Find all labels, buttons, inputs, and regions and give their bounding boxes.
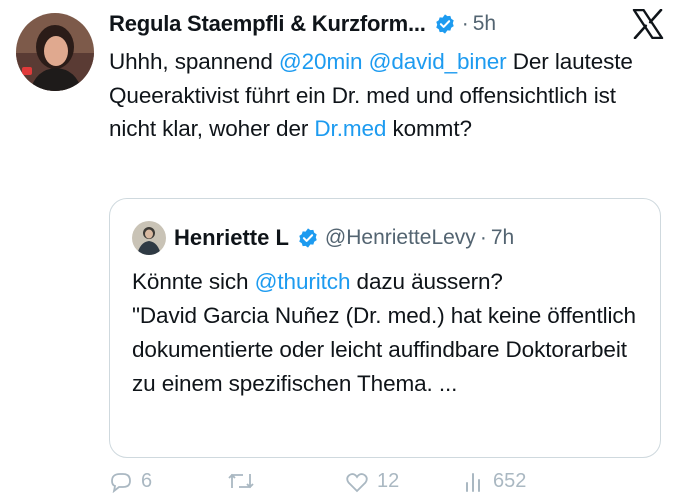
quote-text: Könnte sich @thuritch dazu äussern? "Davi… [132, 265, 647, 401]
action-bar: 6 12 652 [109, 470, 669, 494]
text-segment: Könnte sich [132, 269, 255, 294]
quote-header: Henriette L @HenrietteLevy · 7h [132, 221, 514, 255]
mention-link[interactable]: @20min [279, 49, 363, 74]
like-count: 12 [377, 470, 400, 492]
verified-badge-icon [434, 13, 456, 35]
tweet-text: Uhhh, spannend @20min @david_biner Der l… [109, 45, 669, 146]
author-name[interactable]: Regula Staempfli & Kurzform... [109, 11, 426, 37]
separator-dot: · [461, 12, 469, 35]
quote-time[interactable]: 7h [491, 226, 514, 250]
quoted-tweet[interactable]: Henriette L @HenrietteLevy · 7h Könnte s… [109, 198, 661, 458]
reply-icon [111, 472, 131, 493]
x-logo-icon [632, 8, 664, 40]
tweet-header: Regula Staempfli & Kurzform... · 5h [109, 8, 496, 40]
reply-count: 6 [141, 470, 153, 492]
quote-author-avatar[interactable] [132, 221, 166, 255]
reply-button[interactable]: 6 [109, 470, 152, 493]
author-avatar[interactable] [16, 13, 94, 91]
mention-link[interactable]: Dr.med [314, 116, 386, 141]
person-photo-icon [16, 13, 94, 91]
mention-link[interactable]: @david_biner [369, 49, 507, 74]
text-segment: "David Garcia Nuñez (Dr. med.) hat keine… [132, 303, 636, 396]
mention-link[interactable]: @thuritch [255, 269, 351, 294]
verified-badge-icon [297, 227, 319, 249]
views-chart-icon [466, 472, 480, 492]
separator-dot: · [479, 226, 487, 249]
retweet-icon [228, 473, 254, 489]
text-segment: kommt? [386, 116, 472, 141]
views-button[interactable]: 652 [463, 470, 526, 493]
retweet-button[interactable] [227, 470, 263, 492]
text-segment: dazu äussern? [350, 269, 503, 294]
quote-author-name[interactable]: Henriette L [174, 225, 289, 251]
heart-icon [346, 472, 368, 492]
person-photo-icon [132, 221, 166, 255]
views-count: 652 [493, 470, 527, 492]
quote-author-handle[interactable]: @HenrietteLevy [325, 226, 476, 250]
tweet-time[interactable]: 5h [473, 12, 496, 36]
text-segment: Uhhh, spannend [109, 49, 279, 74]
like-button[interactable]: 12 [345, 470, 399, 493]
